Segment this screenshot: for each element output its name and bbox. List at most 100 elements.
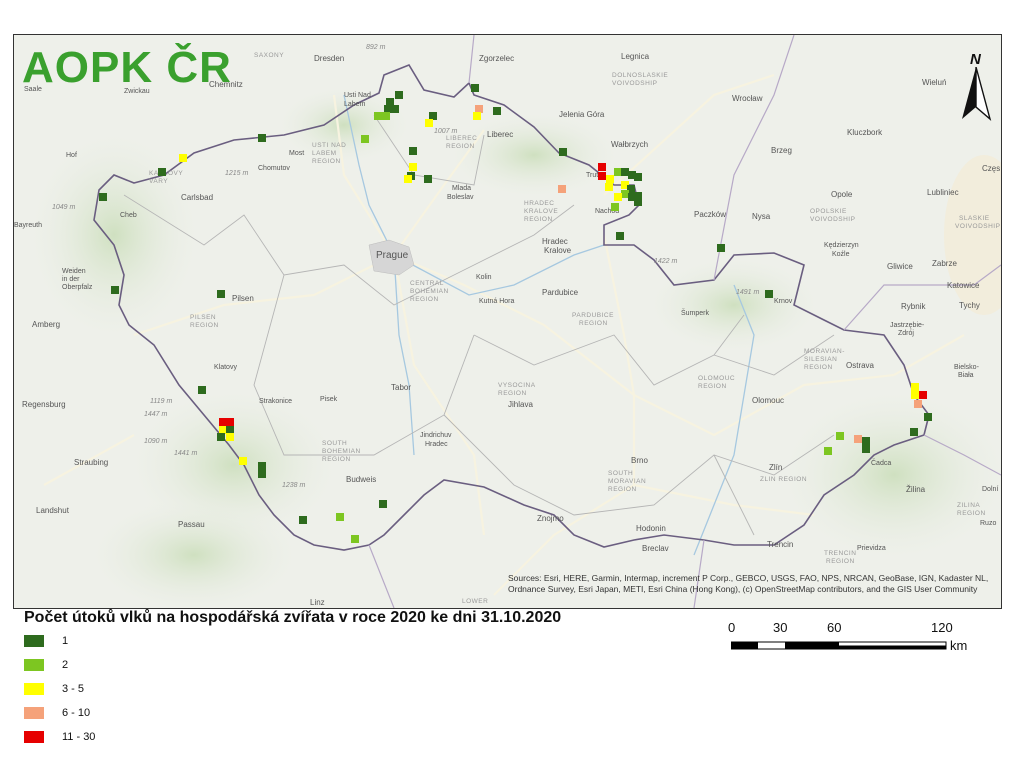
svg-text:REGION: REGION xyxy=(446,143,475,150)
svg-text:Chomutov: Chomutov xyxy=(258,165,290,172)
attack-cell xyxy=(854,435,862,443)
svg-text:Labem: Labem xyxy=(344,101,366,108)
svg-text:Wałbrzych: Wałbrzych xyxy=(611,140,648,149)
attack-cell xyxy=(605,183,613,191)
svg-text:Carlsbad: Carlsbad xyxy=(181,193,213,202)
svg-text:892 m: 892 m xyxy=(366,44,386,51)
attack-cell xyxy=(384,105,392,113)
legend-label-4: 6 - 10 xyxy=(62,707,91,719)
scale-bar-graphic xyxy=(731,641,947,650)
svg-text:KARLOVY: KARLOVY xyxy=(149,170,183,177)
attack-cell xyxy=(158,168,166,176)
svg-text:VOIVODSHIP: VOIVODSHIP xyxy=(612,80,657,87)
svg-text:PARDUBICE: PARDUBICE xyxy=(572,312,614,319)
svg-text:Dolní: Dolní xyxy=(982,486,998,493)
svg-text:Breclav: Breclav xyxy=(642,544,669,553)
legend-title: Počet útoků vlků na hospodářská zvířata … xyxy=(24,609,562,626)
aopk-logo: AOPK ČR xyxy=(22,43,232,92)
svg-text:SILESIAN: SILESIAN xyxy=(804,356,837,363)
svg-text:1007 m: 1007 m xyxy=(434,128,458,135)
attack-cell xyxy=(919,391,927,399)
svg-text:Ruzo: Ruzo xyxy=(980,520,996,527)
svg-text:OPOLSKIE: OPOLSKIE xyxy=(810,208,847,215)
attack-cell xyxy=(910,428,918,436)
svg-text:Dresden: Dresden xyxy=(314,54,344,63)
attack-cell xyxy=(179,154,187,162)
svg-text:VYSOCINA: VYSOCINA xyxy=(498,382,536,389)
svg-text:Paczków: Paczków xyxy=(694,210,726,219)
svg-text:Trencin: Trencin xyxy=(767,540,793,549)
svg-text:ZILINA: ZILINA xyxy=(957,502,980,509)
scale-tick-0: 0 xyxy=(728,620,736,635)
map-attribution: Sources: Esri, HERE, Garmin, Intermap, i… xyxy=(508,573,989,594)
svg-text:LABEM: LABEM xyxy=(312,150,337,157)
attack-cell xyxy=(914,400,922,408)
scale-bar: 0 30 60 120 km xyxy=(728,620,988,660)
svg-text:MORAVIAN-: MORAVIAN- xyxy=(804,348,845,355)
svg-text:Gliwice: Gliwice xyxy=(887,262,913,271)
svg-text:Zgorzelec: Zgorzelec xyxy=(479,54,514,63)
scale-tick-60: 60 xyxy=(827,620,842,635)
legend-label-3: 3 - 5 xyxy=(62,683,85,695)
attack-cell xyxy=(425,119,433,127)
svg-text:Koźle: Koźle xyxy=(832,251,850,258)
svg-text:Hodonin: Hodonin xyxy=(636,524,666,533)
legend-item-2: 2 xyxy=(24,657,68,673)
map-frame[interactable]: Dresden Chemnitz Zwickau Saale Zgorzelec… xyxy=(13,34,1002,609)
svg-text:Passau: Passau xyxy=(178,520,205,529)
svg-text:Prievidza: Prievidza xyxy=(857,545,886,552)
attack-cell xyxy=(226,433,234,441)
attack-cell xyxy=(198,386,206,394)
svg-text:1119 m: 1119 m xyxy=(150,398,172,405)
attack-cell xyxy=(471,84,479,92)
attack-cell xyxy=(614,193,622,201)
attack-cell xyxy=(473,112,481,120)
svg-text:1491 m: 1491 m xyxy=(736,289,760,296)
svg-text:Olomouc: Olomouc xyxy=(752,396,784,405)
svg-text:SOUTH: SOUTH xyxy=(608,470,633,477)
svg-text:Wrocław: Wrocław xyxy=(732,94,763,103)
svg-text:PILSEN: PILSEN xyxy=(190,314,216,321)
attack-cell xyxy=(219,426,227,434)
svg-text:Budweis: Budweis xyxy=(346,475,376,484)
attack-cell xyxy=(409,163,417,171)
attack-cell xyxy=(765,290,773,298)
svg-text:MORAVIAN: MORAVIAN xyxy=(608,478,646,485)
svg-text:Cheb: Cheb xyxy=(120,212,137,219)
svg-text:Usti Nad: Usti Nad xyxy=(344,92,371,99)
svg-text:DOLNOSLASKIE: DOLNOSLASKIE xyxy=(612,72,668,79)
attack-cell xyxy=(424,175,432,183)
svg-text:REGION: REGION xyxy=(608,486,637,493)
attack-cell xyxy=(429,112,437,120)
svg-text:USTI NAD: USTI NAD xyxy=(312,142,346,149)
svg-text:BOHEMIAN: BOHEMIAN xyxy=(410,288,449,295)
svg-text:Klatovy: Klatovy xyxy=(214,364,237,371)
svg-text:Pardubice: Pardubice xyxy=(542,288,579,297)
legend-swatch-3 xyxy=(24,683,44,695)
svg-text:BOHEMIAN: BOHEMIAN xyxy=(322,448,361,455)
legend-item-5: 11 - 30 xyxy=(24,729,95,745)
svg-text:Regensburg: Regensburg xyxy=(22,400,66,409)
attack-cell xyxy=(616,232,624,240)
svg-text:Straubing: Straubing xyxy=(74,458,108,467)
svg-text:SLASKIE: SLASKIE xyxy=(959,215,990,222)
svg-text:Tychy: Tychy xyxy=(959,301,980,310)
svg-text:Zabrze: Zabrze xyxy=(932,259,957,268)
svg-text:REGION: REGION xyxy=(957,510,986,517)
attack-cell xyxy=(634,173,642,181)
legend-swatch-4 xyxy=(24,707,44,719)
attack-cell xyxy=(99,193,107,201)
svg-text:REGION: REGION xyxy=(190,322,219,329)
svg-text:in der: in der xyxy=(62,276,80,283)
north-arrow-icon xyxy=(962,67,992,121)
svg-text:Wieluń: Wieluń xyxy=(922,78,946,87)
attack-cell xyxy=(226,426,234,434)
legend-swatch-1 xyxy=(24,635,44,647)
attack-cell xyxy=(614,168,622,176)
svg-text:Jelenia Góra: Jelenia Góra xyxy=(559,110,605,119)
svg-text:Žilina: Žilina xyxy=(906,485,926,494)
svg-text:Kędzierzyn: Kędzierzyn xyxy=(824,242,859,249)
svg-text:SAXONY: SAXONY xyxy=(254,52,284,59)
north-arrow: N xyxy=(956,51,996,123)
svg-text:Strakonice: Strakonice xyxy=(259,398,292,405)
